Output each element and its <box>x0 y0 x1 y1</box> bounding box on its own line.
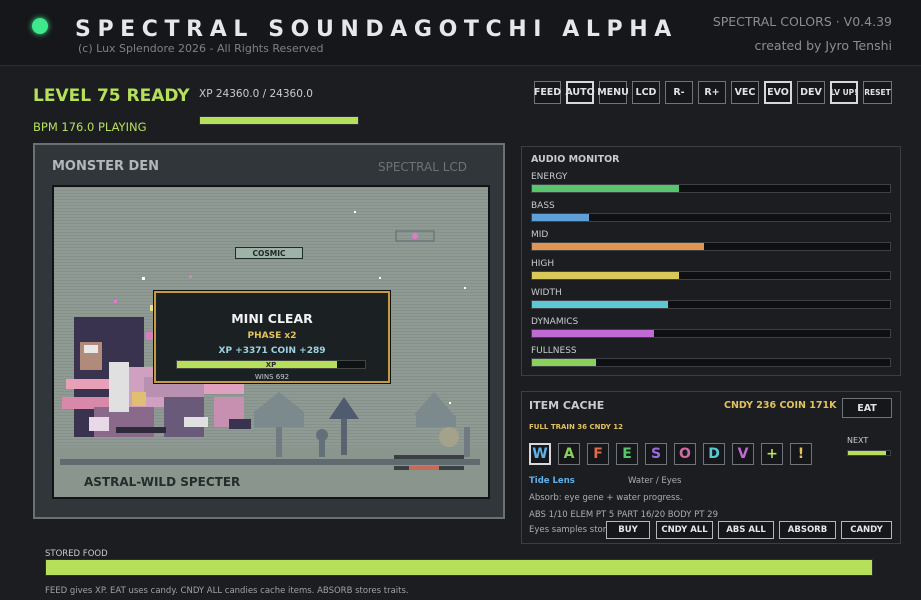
creator-text: created by Jyro Tenshi <box>754 38 893 53</box>
gene-slot-v[interactable]: V <box>732 443 754 465</box>
app-title: SPECTRAL SOUNDAGOTCHI ALPHA <box>75 17 678 42</box>
candy-button[interactable]: CANDY <box>841 521 892 539</box>
mid-label: MID <box>531 230 549 240</box>
mid-meter <box>531 242 891 251</box>
gene-slot-s[interactable]: S <box>645 443 667 465</box>
buy-button[interactable]: BUY <box>606 521 650 539</box>
popup-title: MINI CLEAR <box>231 311 313 326</box>
help-text: FEED gives XP. EAT uses candy. CNDY ALL … <box>45 586 409 596</box>
bass-meter <box>531 213 891 222</box>
element-banner: COSMIC <box>235 247 303 259</box>
popup-phase: PHASE x2 <box>247 331 297 341</box>
cache-stats: FULL TRAIN 36 CNDY 12 <box>529 423 624 431</box>
mini-clear-popup: MINI CLEAR PHASE x2 XP +3371 COIN +289 X… <box>154 291 390 383</box>
den-lcd-label: SPECTRAL LCD <box>377 160 467 174</box>
evo-button[interactable]: EVO <box>764 81 792 104</box>
gene-slot-d[interactable]: D <box>703 443 725 465</box>
gene-slot-bang[interactable]: ! <box>790 443 812 465</box>
dynamics-label: DYNAMICS <box>531 317 579 327</box>
item-description: Absorb: eye gene + water progress. <box>529 493 683 503</box>
auto-button[interactable]: AUTO <box>565 81 595 104</box>
next-label: NEXT <box>847 436 869 445</box>
item-cache-panel: ITEM CACHE CNDY 236 COIN 171K EAT FULL T… <box>521 391 901 544</box>
r-minus-button[interactable]: R- <box>665 81 693 104</box>
xp-progress-fill <box>200 117 358 124</box>
menu-button[interactable]: MENU <box>597 81 629 104</box>
gene-slot-w[interactable]: W <box>529 443 551 465</box>
next-progress-bar <box>847 450 891 456</box>
item-type: Water / Eyes <box>628 476 682 486</box>
audio-monitor-title: AUDIO MONITOR <box>531 154 620 165</box>
energy-meter <box>531 184 891 193</box>
popup-rewards: XP +3371 COIN +289 <box>218 346 326 356</box>
stored-food-bar <box>45 559 873 576</box>
xp-readout: XP 24360.0 / 24360.0 <box>199 88 313 100</box>
gene-slot-a[interactable]: A <box>558 443 580 465</box>
copyright-text: (c) Lux Splendore 2026 - All Rights Rese… <box>78 42 324 55</box>
level-up-button[interactable]: LV UP! <box>830 81 858 104</box>
width-meter-fill <box>532 301 669 308</box>
reset-button[interactable]: RESET <box>863 81 892 104</box>
energy-label: ENERGY <box>531 172 568 182</box>
fullness-meter-fill <box>532 359 597 366</box>
level-status: LEVEL 75 READY <box>33 86 190 106</box>
candy-all-button[interactable]: CNDY ALL <box>656 521 713 539</box>
gene-slot-plus[interactable]: + <box>761 443 783 465</box>
audio-monitor-panel: AUDIO MONITOR ENERGY BASS MID HIGH WIDTH… <box>521 146 901 376</box>
width-label: WIDTH <box>531 288 562 298</box>
dynamics-meter <box>531 329 891 338</box>
item-points: ABS 1/10 ELEM PT 5 PART 16/20 BODY PT 29 <box>529 510 718 520</box>
bass-label: BASS <box>531 201 555 211</box>
dynamics-meter-fill <box>532 330 654 337</box>
xp-progress-bar <box>199 116 359 125</box>
currency-readout: CNDY 236 COIN 171K <box>724 400 837 411</box>
gene-slot-o[interactable]: O <box>674 443 696 465</box>
top-bar: SPECTRAL SOUNDAGOTCHI ALPHA (c) Lux Sple… <box>0 0 921 66</box>
version-text: SPECTRAL COLORS · V0.4.39 <box>712 14 892 29</box>
bass-meter-fill <box>532 214 590 221</box>
popup-xp-label: XP <box>265 360 277 369</box>
stored-food-fill <box>46 560 872 575</box>
popup-wins: WINS 692 <box>254 373 290 381</box>
den-title: MONSTER DEN <box>52 159 160 174</box>
item-cache-title: ITEM CACHE <box>529 399 605 412</box>
absorb-button[interactable]: ABSORB <box>779 521 836 539</box>
high-meter <box>531 271 891 280</box>
bpm-status: BPM 176.0 PLAYING <box>33 120 147 134</box>
next-progress-fill <box>848 451 886 455</box>
lcd-screen[interactable]: COSMIC MINI CLEAR PHASE x2 XP +3371 COIN… <box>52 185 490 499</box>
vec-button[interactable]: VEC <box>731 81 759 104</box>
stored-food-label: STORED FOOD <box>45 549 108 559</box>
absorb-all-button[interactable]: ABS ALL <box>718 521 774 539</box>
item-name: Tide Lens <box>529 476 575 486</box>
monster-den-panel: MONSTER DEN SPECTRAL LCD COSMIC MINI CLE… <box>33 143 505 519</box>
width-meter <box>531 300 891 309</box>
high-label: HIGH <box>531 259 555 269</box>
gene-slot-e[interactable]: E <box>616 443 638 465</box>
mid-meter-fill <box>532 243 704 250</box>
lcd-button[interactable]: LCD <box>632 81 660 104</box>
gene-slot-f[interactable]: F <box>587 443 609 465</box>
monster-name: ASTRAL-WILD SPECTER <box>84 475 241 489</box>
eat-button[interactable]: EAT <box>842 398 892 418</box>
fullness-meter <box>531 358 891 367</box>
r-plus-button[interactable]: R+ <box>698 81 726 104</box>
dev-button[interactable]: DEV <box>797 81 825 104</box>
status-indicator-icon <box>32 18 48 34</box>
fullness-label: FULLNESS <box>531 346 577 356</box>
energy-meter-fill <box>532 185 679 192</box>
feed-button[interactable]: FEED <box>534 81 561 104</box>
high-meter-fill <box>532 272 679 279</box>
